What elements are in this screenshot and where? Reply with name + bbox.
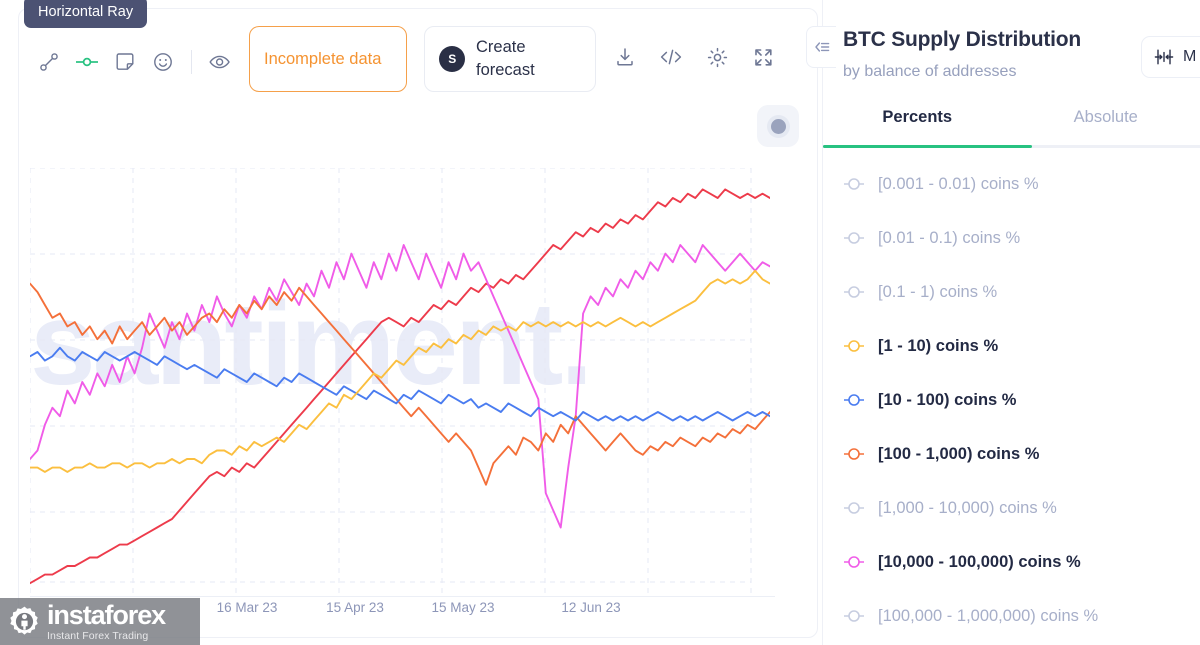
legend-item-label: [10,000 - 100,000) coins % xyxy=(878,552,1081,571)
instaforex-tagline: Instant Forex Trading xyxy=(47,629,149,642)
series-marker-icon xyxy=(844,610,864,622)
smiley-icon xyxy=(154,53,172,71)
legend-item[interactable]: [0.1 - 1) coins % xyxy=(823,265,1200,319)
series-marker-icon xyxy=(844,502,864,514)
incomplete-data-button[interactable]: Incomplete data xyxy=(249,26,407,92)
legend-item[interactable]: [10,000 - 100,000) coins % xyxy=(823,535,1200,589)
tab-percents[interactable]: Percents xyxy=(823,104,1012,148)
series-marker-icon xyxy=(844,394,864,406)
panel-tabs: Percents Absolute xyxy=(823,104,1200,148)
merge-columns-icon xyxy=(1154,49,1174,65)
instaforex-brand: instaforex xyxy=(47,599,166,630)
x-axis-tick: 15 Apr 23 xyxy=(326,600,384,615)
incomplete-data-label: Incomplete data xyxy=(264,50,382,68)
legend-item[interactable]: [0.001 - 0.01) coins % xyxy=(823,157,1200,211)
series-line xyxy=(30,346,770,422)
line-chart-plot xyxy=(30,168,770,596)
series-marker-icon xyxy=(844,448,864,460)
legend-item-label: [1,000 - 10,000) coins % xyxy=(878,498,1057,517)
expand-icon xyxy=(754,48,772,66)
chart-actions xyxy=(608,40,780,74)
panel-subtitle: by balance of addresses xyxy=(843,63,1017,80)
marker-dot-button[interactable] xyxy=(757,105,799,147)
santiment-logo-icon: S xyxy=(439,46,465,72)
legend-item-label: [0.001 - 0.01) coins % xyxy=(878,174,1039,193)
series-line xyxy=(30,244,770,529)
chart-svg xyxy=(30,168,770,596)
code-icon xyxy=(660,49,682,65)
panel-title: BTC Supply Distribution xyxy=(843,28,1082,51)
legend-item[interactable]: [0.01 - 0.1) coins % xyxy=(823,211,1200,265)
series-marker-icon xyxy=(844,178,864,190)
gear-icon xyxy=(707,47,727,67)
supply-distribution-panel: BTC Supply Distribution by balance of ad… xyxy=(823,0,1200,645)
toolbar-divider xyxy=(191,50,192,74)
series-marker-icon xyxy=(844,232,864,244)
series-line xyxy=(30,188,770,585)
legend-item-label: [0.01 - 0.1) coins % xyxy=(878,228,1021,247)
x-axis-tick: 15 May 23 xyxy=(431,600,495,615)
chart-pane: Incomplete data S Create forecast Horizo… xyxy=(0,0,822,645)
instaforex-watermark: instaforex Instant Forex Trading xyxy=(0,598,200,645)
x-axis-line xyxy=(30,596,775,597)
dot-icon xyxy=(770,118,786,134)
merge-button[interactable]: M xyxy=(1141,36,1200,78)
instaforex-text: instaforex Instant Forex Trading xyxy=(47,599,166,642)
gear-person-icon xyxy=(10,606,38,635)
collapse-panel-icon xyxy=(814,42,829,52)
emoji-tool-button[interactable] xyxy=(144,43,182,81)
legend-item-label: [100,000 - 1,000,000) coins % xyxy=(878,606,1099,625)
collapse-panel-button[interactable] xyxy=(806,26,836,68)
x-axis-tick: 12 Jun 23 xyxy=(561,600,621,615)
legend-item-label: [100 - 1,000) coins % xyxy=(878,444,1040,463)
download-button[interactable] xyxy=(608,40,642,74)
instaforex-logo-icon xyxy=(8,605,41,638)
legend-item[interactable]: [100 - 1,000) coins % xyxy=(823,427,1200,481)
legend-item-label: [0.1 - 1) coins % xyxy=(878,282,998,301)
series-marker-icon xyxy=(844,286,864,298)
legend-item-label: [10 - 100) coins % xyxy=(878,390,1017,409)
line-segment-icon xyxy=(40,53,58,71)
settings-button[interactable] xyxy=(700,40,734,74)
merge-button-label: M xyxy=(1183,48,1197,65)
tab-underline-fill xyxy=(823,145,1032,148)
santiment-chart-screen: Incomplete data S Create forecast Horizo… xyxy=(0,0,1200,645)
note-tool-button[interactable] xyxy=(106,43,144,81)
horizontal-ray-icon xyxy=(76,57,98,67)
chart-gridlines xyxy=(30,168,752,596)
visibility-tool-button[interactable] xyxy=(201,43,239,81)
eye-icon xyxy=(209,55,230,69)
fullscreen-button[interactable] xyxy=(746,40,780,74)
chart-series xyxy=(30,188,770,585)
tab-absolute[interactable]: Absolute xyxy=(1012,104,1200,148)
legend-item-label: [1 - 10) coins % xyxy=(878,336,999,355)
note-icon xyxy=(116,53,134,70)
series-line xyxy=(30,269,770,473)
download-icon xyxy=(617,48,633,66)
create-forecast-label: Create forecast xyxy=(476,38,535,79)
series-legend-list: [0.001 - 0.01) coins % [0.01 - 0.1) coins… xyxy=(823,157,1200,643)
legend-item[interactable]: [1,000 - 10,000) coins % xyxy=(823,481,1200,535)
series-marker-icon xyxy=(844,556,864,568)
x-axis-tick: 16 Mar 23 xyxy=(216,600,278,615)
series-line xyxy=(30,282,770,486)
tab-underline xyxy=(823,145,1200,148)
legend-item[interactable]: [10 - 100) coins % xyxy=(823,373,1200,427)
horizontal-ray-tool-button[interactable] xyxy=(68,43,106,81)
embed-code-button[interactable] xyxy=(654,40,688,74)
legend-item[interactable]: [100,000 - 1,000,000) coins % xyxy=(823,589,1200,643)
legend-item[interactable]: [1 - 10) coins % xyxy=(823,319,1200,373)
series-marker-icon xyxy=(844,340,864,352)
create-forecast-button[interactable]: S Create forecast xyxy=(424,26,596,92)
drawing-toolbar xyxy=(30,38,239,86)
line-tool-button[interactable] xyxy=(30,43,68,81)
tool-tooltip: Horizontal Ray xyxy=(24,0,148,28)
